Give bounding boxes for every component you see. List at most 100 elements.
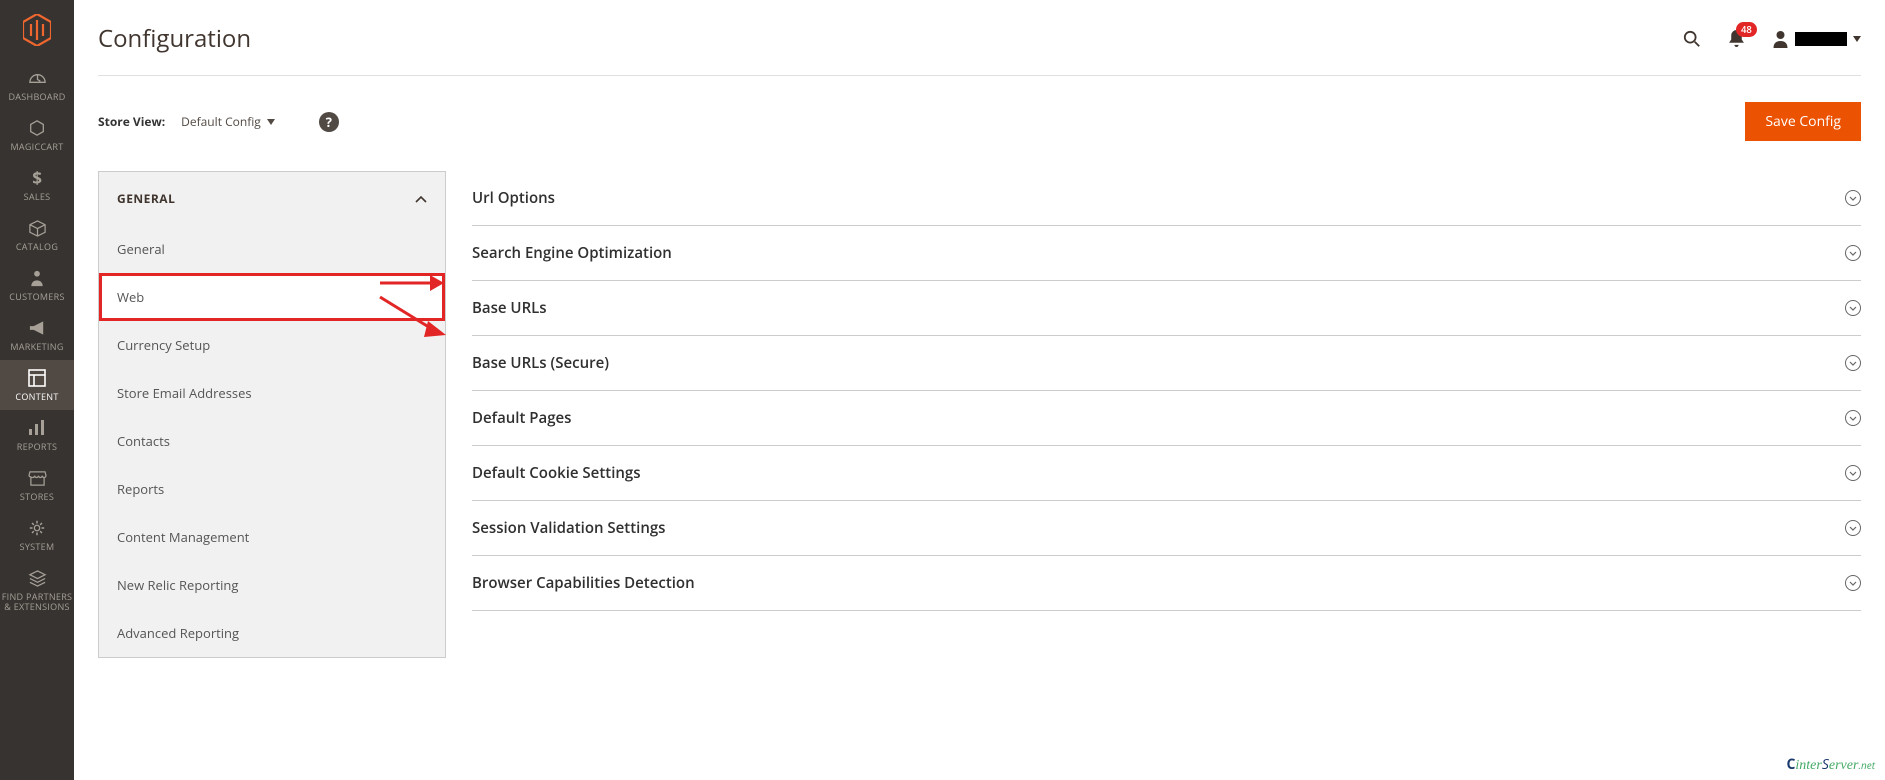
config-nav-label: Reports [117, 480, 164, 498]
expand-icon [1845, 245, 1861, 261]
sidebar-item-label: CUSTOMERS [9, 292, 64, 302]
chevron-up-icon [415, 190, 427, 207]
sidebar-item-label: MARKETING [10, 342, 63, 352]
sidebar-item-reports[interactable]: REPORTS [0, 410, 74, 460]
expand-icon [1845, 190, 1861, 206]
sidebar-item-label: REPORTS [17, 442, 58, 452]
config-nav-label: Web [117, 288, 144, 306]
hexagon-icon [28, 119, 47, 138]
scope-value: Default Config [181, 113, 261, 130]
section-title: Default Pages [472, 408, 572, 428]
sidebar-item-magiccart[interactable]: MAGICCART [0, 110, 74, 160]
sidebar-item-system[interactable]: SYSTEM [0, 510, 74, 560]
config-nav-contacts[interactable]: Contacts [99, 417, 445, 465]
section-session-validation[interactable]: Session Validation Settings [472, 501, 1861, 556]
magento-logo[interactable] [0, 0, 74, 60]
dollar-icon: $ [28, 169, 47, 188]
section-title: Browser Capabilities Detection [472, 573, 695, 593]
notification-badge: 48 [1736, 22, 1757, 37]
person-icon [28, 269, 47, 288]
config-nav-advanced-reporting[interactable]: Advanced Reporting [99, 609, 445, 657]
search-icon[interactable] [1683, 30, 1701, 48]
expand-icon [1845, 410, 1861, 426]
config-nav-newrelic[interactable]: New Relic Reporting [99, 561, 445, 609]
sidebar-item-label: SYSTEM [20, 542, 55, 552]
sidebar-item-content[interactable]: CONTENT [0, 360, 74, 410]
bar-chart-icon [28, 419, 47, 438]
sidebar-item-label: SALES [24, 192, 51, 202]
sidebar-item-dashboard[interactable]: DASHBOARD [0, 60, 74, 110]
main-content: Configuration 48 Store View: Default Con… [74, 0, 1885, 780]
config-nav-reports[interactable]: Reports [99, 465, 445, 513]
config-group-general[interactable]: GENERAL [99, 172, 445, 225]
partners-icon [28, 569, 47, 588]
sidebar-item-find-partners[interactable]: FIND PARTNERS & EXTENSIONS [0, 560, 74, 620]
expand-icon [1845, 465, 1861, 481]
sidebar-item-marketing[interactable]: MARKETING [0, 310, 74, 360]
account-username [1795, 32, 1847, 46]
config-nav-label: Contacts [117, 432, 170, 450]
scope-toolbar: Store View: Default Config ? Save Config [98, 76, 1861, 171]
section-title: Base URLs [472, 298, 547, 318]
section-default-pages[interactable]: Default Pages [472, 391, 1861, 446]
config-nav-content-management[interactable]: Content Management [99, 513, 445, 561]
section-base-urls-secure[interactable]: Base URLs (Secure) [472, 336, 1861, 391]
sidebar-item-label: STORES [20, 492, 54, 502]
config-group-label: GENERAL [117, 190, 175, 207]
section-title: Base URLs (Secure) [472, 353, 609, 373]
sidebar-item-label: CATALOG [16, 242, 58, 252]
config-sections: Url Options Search Engine Optimization B… [446, 171, 1861, 658]
section-title: Session Validation Settings [472, 518, 665, 538]
sidebar-item-sales[interactable]: $ SALES [0, 160, 74, 210]
section-title: Url Options [472, 188, 555, 208]
sidebar-item-label: DASHBOARD [8, 92, 65, 102]
sidebar-item-customers[interactable]: CUSTOMERS [0, 260, 74, 310]
sidebar-item-label: MAGICCART [10, 142, 63, 152]
expand-icon [1845, 355, 1861, 371]
config-nav-label: General [117, 240, 165, 258]
scope-selector[interactable]: Default Config [181, 113, 275, 130]
section-title: Search Engine Optimization [472, 243, 672, 263]
config-nav-label: Store Email Addresses [117, 384, 252, 402]
config-nav-label: Currency Setup [117, 336, 210, 354]
section-base-urls[interactable]: Base URLs [472, 281, 1861, 336]
gear-icon [28, 519, 47, 538]
expand-icon [1845, 520, 1861, 536]
config-content: GENERAL General Web Currency Setup Store… [98, 171, 1861, 658]
user-icon [1771, 30, 1789, 48]
caret-down-icon [1853, 36, 1861, 42]
sidebar-item-label: CONTENT [15, 392, 58, 402]
sidebar-item-catalog[interactable]: CATALOG [0, 210, 74, 260]
scope-help-icon[interactable]: ? [319, 112, 339, 132]
section-default-cookie[interactable]: Default Cookie Settings [472, 446, 1861, 501]
section-seo[interactable]: Search Engine Optimization [472, 226, 1861, 281]
config-nav-currency-setup[interactable]: Currency Setup [99, 321, 445, 369]
account-menu[interactable] [1771, 30, 1861, 48]
expand-icon [1845, 575, 1861, 591]
config-nav-label: Content Management [117, 528, 249, 546]
config-nav-label: Advanced Reporting [117, 624, 239, 642]
section-url-options[interactable]: Url Options [472, 171, 1861, 226]
caret-down-icon [267, 119, 275, 125]
svg-text:$: $ [32, 169, 42, 188]
config-nav-label: New Relic Reporting [117, 576, 238, 594]
config-nav-panel: GENERAL General Web Currency Setup Store… [98, 171, 446, 658]
notification-bell-icon[interactable]: 48 [1727, 30, 1745, 48]
page-title: Configuration [98, 22, 251, 55]
admin-sidebar: DASHBOARD MAGICCART $ SALES CATALOG CUST… [0, 0, 74, 780]
config-nav-store-email[interactable]: Store Email Addresses [99, 369, 445, 417]
config-nav-web[interactable]: Web [99, 273, 445, 321]
sidebar-item-stores[interactable]: STORES [0, 460, 74, 510]
bullhorn-icon [28, 319, 47, 338]
expand-icon [1845, 300, 1861, 316]
sidebar-item-label: FIND PARTNERS & EXTENSIONS [2, 592, 73, 612]
section-browser-capabilities[interactable]: Browser Capabilities Detection [472, 556, 1861, 611]
save-config-button[interactable]: Save Config [1745, 102, 1861, 141]
config-nav-general[interactable]: General [99, 225, 445, 273]
gauge-icon [28, 69, 47, 88]
watermark: CinterServer.net [1786, 755, 1875, 774]
store-view-label: Store View: [98, 113, 165, 130]
box-icon [28, 219, 47, 238]
storefront-icon [28, 469, 47, 488]
page-header: Configuration 48 [98, 0, 1861, 76]
